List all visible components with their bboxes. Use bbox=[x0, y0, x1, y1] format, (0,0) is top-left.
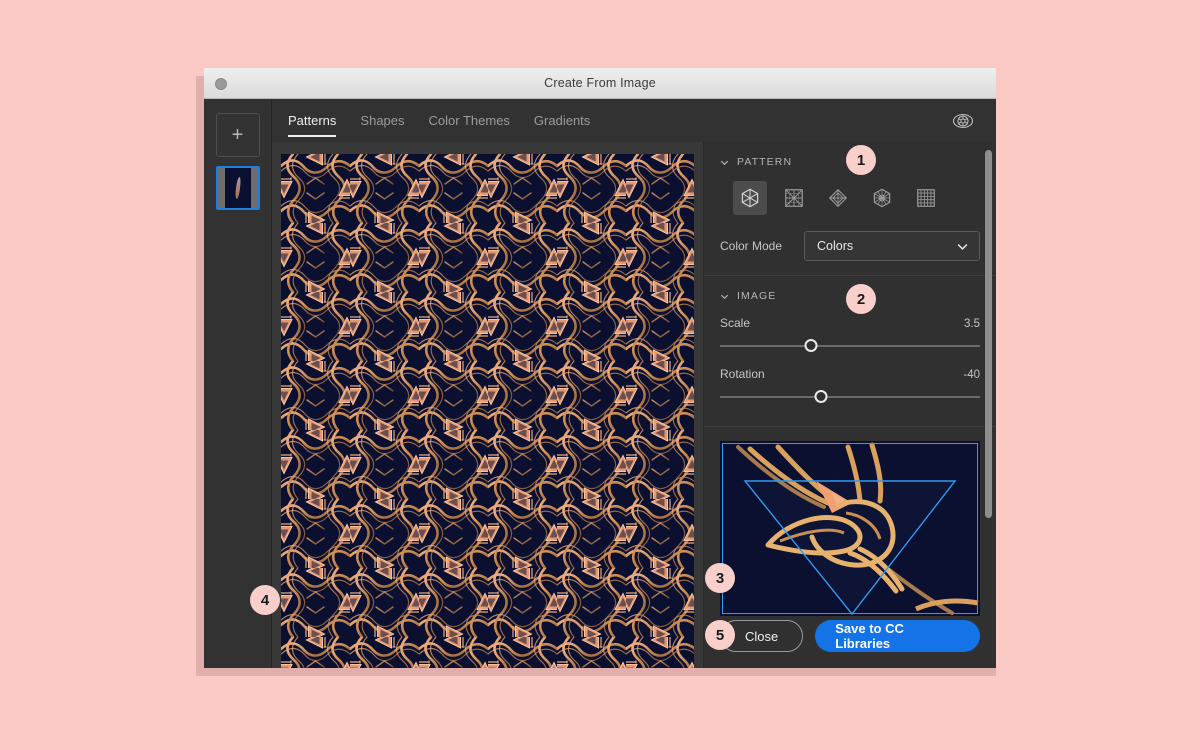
properties-scrollbar[interactable] bbox=[985, 150, 992, 668]
chevron-down-icon bbox=[957, 243, 968, 250]
annotation-badge-3: 3 bbox=[705, 563, 735, 593]
tab-list: Patterns Shapes Color Themes Gradients bbox=[272, 99, 602, 142]
scale-value: 3.5 bbox=[964, 318, 980, 330]
eye-preview-icon[interactable] bbox=[950, 108, 976, 134]
source-preview-wrap bbox=[704, 427, 996, 616]
rotation-value: -40 bbox=[963, 369, 980, 381]
annotation-badge-2: 2 bbox=[846, 284, 876, 314]
close-button[interactable] bbox=[215, 78, 227, 90]
scale-label: Scale bbox=[720, 316, 751, 330]
dialog-footer: Close Save to CC Libraries bbox=[704, 620, 996, 668]
preview-triangle-guide bbox=[743, 480, 957, 616]
annotation-badge-1: 1 bbox=[846, 145, 876, 175]
properties-panel: PATTERN Color Mode Colors IMAGE Scale 3.… bbox=[704, 142, 996, 668]
window-titlebar: Create From Image bbox=[204, 68, 996, 99]
chevron-down-icon bbox=[720, 294, 729, 299]
tab-patterns[interactable]: Patterns bbox=[272, 99, 348, 142]
pattern-canvas[interactable] bbox=[281, 154, 694, 668]
color-mode-select[interactable]: Colors bbox=[804, 231, 980, 261]
save-to-cc-libraries-button[interactable]: Save to CC Libraries bbox=[815, 620, 980, 652]
tab-color-themes[interactable]: Color Themes bbox=[417, 99, 522, 142]
rotation-label: Rotation bbox=[720, 367, 765, 381]
scale-slider-track bbox=[720, 345, 980, 347]
scale-slider[interactable] bbox=[720, 339, 980, 353]
pattern-type-diamond-star[interactable] bbox=[821, 181, 855, 215]
scrollbar-thumb[interactable] bbox=[985, 150, 992, 518]
thumbnail-image bbox=[224, 168, 251, 208]
annotation-badge-4: 4 bbox=[250, 585, 280, 615]
scale-slider-block: Scale 3.5 bbox=[720, 316, 980, 353]
pattern-canvas-area bbox=[272, 142, 704, 668]
thumbnail-leaf-shape bbox=[234, 176, 241, 199]
window-body: + Patterns Shapes Color Themes Gradients bbox=[204, 99, 996, 668]
pattern-type-square-burst[interactable] bbox=[777, 181, 811, 215]
rotation-slider[interactable] bbox=[720, 390, 980, 404]
pattern-type-hexagon-wedges[interactable] bbox=[733, 181, 767, 215]
content-column: Patterns Shapes Color Themes Gradients P… bbox=[272, 99, 996, 668]
chevron-down-icon bbox=[720, 160, 729, 165]
tab-shapes[interactable]: Shapes bbox=[348, 99, 416, 142]
source-image-thumbnail[interactable] bbox=[215, 166, 260, 210]
pattern-type-list bbox=[720, 181, 980, 215]
tab-gradients[interactable]: Gradients bbox=[522, 99, 602, 142]
application-window: Create From Image + Patterns Shapes Colo… bbox=[204, 68, 996, 668]
window-title: Create From Image bbox=[544, 76, 656, 90]
color-mode-row: Color Mode Colors bbox=[720, 231, 980, 275]
pattern-type-hexagon-radial[interactable] bbox=[865, 181, 899, 215]
scale-header: Scale 3.5 bbox=[720, 316, 980, 330]
tabbar: Patterns Shapes Color Themes Gradients bbox=[272, 99, 996, 142]
rotation-slider-track bbox=[720, 396, 980, 398]
rotation-slider-block: Rotation -40 bbox=[720, 367, 980, 404]
color-mode-label: Color Mode bbox=[720, 239, 783, 253]
image-section-title: IMAGE bbox=[737, 290, 777, 302]
pattern-type-square-grid[interactable] bbox=[909, 181, 943, 215]
panes: PATTERN Color Mode Colors IMAGE Scale 3.… bbox=[272, 142, 996, 668]
page-root: Create From Image + Patterns Shapes Colo… bbox=[0, 0, 1200, 750]
add-image-button[interactable]: + bbox=[215, 113, 260, 157]
source-images-rail: + bbox=[204, 99, 272, 668]
scale-slider-knob[interactable] bbox=[804, 339, 818, 352]
source-preview[interactable] bbox=[720, 441, 980, 616]
rotation-header: Rotation -40 bbox=[720, 367, 980, 381]
rotation-slider-knob[interactable] bbox=[814, 390, 828, 403]
color-mode-value: Colors bbox=[817, 239, 854, 253]
annotation-badge-5: 5 bbox=[705, 620, 735, 650]
pattern-section-title: PATTERN bbox=[737, 156, 793, 168]
